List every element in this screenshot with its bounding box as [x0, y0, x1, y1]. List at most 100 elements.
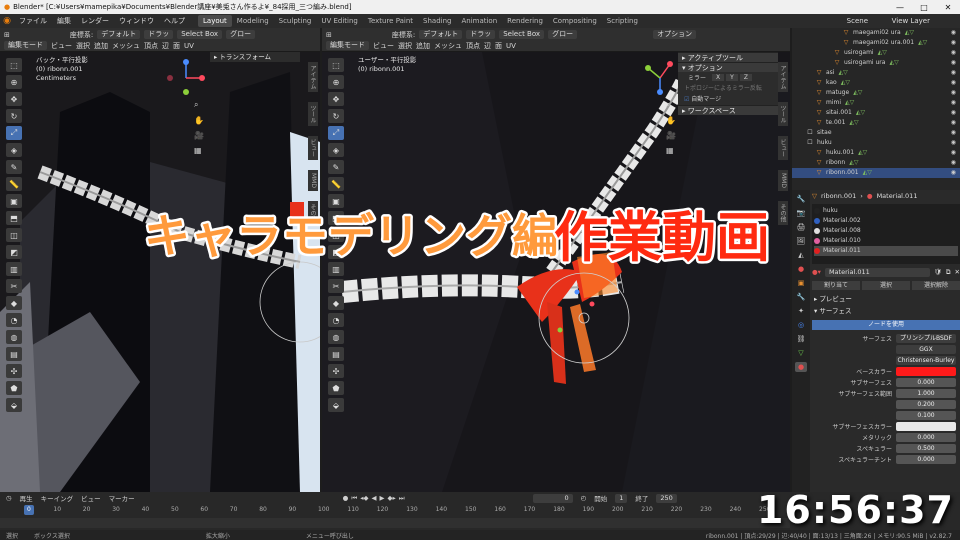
- knife-tool-icon[interactable]: ✂: [328, 279, 344, 293]
- move-tool-icon[interactable]: ✥: [6, 92, 22, 106]
- start-frame-field[interactable]: 1: [615, 493, 628, 503]
- visibility-eye-icon[interactable]: ◉: [951, 108, 956, 118]
- extrude-tool-icon[interactable]: ⬒: [6, 211, 22, 225]
- value-slider[interactable]: 0.000: [896, 433, 956, 442]
- material-slot-list[interactable]: huku Material.002 Material.008 Material.010…: [812, 204, 960, 264]
- tool-props-icon[interactable]: 🔧: [795, 194, 807, 204]
- menu-vertex[interactable]: 頂点: [466, 41, 480, 51]
- tab-rendering[interactable]: Rendering: [502, 15, 548, 27]
- menu-view[interactable]: ビュー: [51, 41, 72, 51]
- tab-texture-paint[interactable]: Texture Paint: [363, 15, 418, 27]
- material-slot[interactable]: Material.010: [814, 236, 958, 246]
- transform-orientation-dropdown[interactable]: デフォルト: [97, 30, 141, 39]
- tab-shading[interactable]: Shading: [418, 15, 456, 27]
- zoom-icon[interactable]: ⌕: [666, 100, 676, 110]
- knife-tool-icon[interactable]: ✂: [6, 279, 22, 293]
- menu-edge[interactable]: 辺: [162, 41, 169, 51]
- use-nodes-button[interactable]: ノードを使用: [812, 320, 960, 330]
- shear-tool-icon[interactable]: ⬟: [6, 381, 22, 395]
- options-panel-header[interactable]: ▾ オプション: [678, 62, 778, 72]
- menu-add[interactable]: 追加: [416, 41, 430, 51]
- pivot-dropdown[interactable]: グロー: [226, 30, 256, 39]
- view-layer-selector[interactable]: View Layer: [892, 17, 930, 25]
- select-tool-icon[interactable]: ⬚: [6, 58, 22, 72]
- value-slider[interactable]: 0.200: [896, 400, 956, 409]
- blender-menu-icon[interactable]: ◉: [0, 14, 14, 28]
- clock-icon[interactable]: ◴: [581, 494, 587, 502]
- view-layer-props-icon[interactable]: 🖼: [795, 236, 807, 246]
- visibility-eye-icon[interactable]: ◉: [951, 28, 956, 38]
- menu-edit[interactable]: 編集: [52, 16, 76, 26]
- annotate-tool-icon[interactable]: ✎: [6, 160, 22, 174]
- outliner-row[interactable]: ▽ maegami02 ura.001 ◭▽ ◉: [792, 38, 960, 48]
- visibility-eye-icon[interactable]: ◉: [951, 98, 956, 108]
- transform-orientation-dropdown[interactable]: デフォルト: [419, 30, 463, 39]
- menu-window[interactable]: ウィンドウ: [114, 16, 159, 26]
- editor-type-icon[interactable]: ⊞: [326, 31, 332, 39]
- cursor-tool-icon[interactable]: ⊕: [6, 75, 22, 89]
- visibility-eye-icon[interactable]: ◉: [951, 58, 956, 68]
- outliner-row[interactable]: ▽ asi ◭▽ ◉: [792, 68, 960, 78]
- visibility-eye-icon[interactable]: ◉: [951, 68, 956, 78]
- menu-select[interactable]: 選択: [76, 41, 90, 51]
- preview-panel-header[interactable]: ▸ プレビュー: [812, 293, 960, 305]
- select-tool-icon[interactable]: ⬚: [328, 58, 344, 72]
- topology-mirror-checkbox[interactable]: トポロジーによるミラー反転: [678, 83, 778, 94]
- select-button[interactable]: 選択: [862, 281, 910, 290]
- value-slider[interactable]: 0.100: [896, 411, 956, 420]
- rip-tool-icon[interactable]: ⬙: [328, 398, 344, 412]
- outliner-row[interactable]: ▽ ribonn.001 ◭▽ ◉: [792, 168, 960, 178]
- menu-view[interactable]: ビュー: [373, 41, 394, 51]
- menu-mesh[interactable]: メッシュ: [434, 41, 462, 51]
- measure-tool-icon[interactable]: 📏: [6, 177, 22, 191]
- measure-tool-icon[interactable]: 📏: [328, 177, 344, 191]
- deselect-button[interactable]: 選択解除: [912, 281, 960, 290]
- record-icon[interactable]: ●: [343, 494, 349, 503]
- menu-face[interactable]: 面: [173, 41, 180, 51]
- material-props-icon[interactable]: ●: [795, 362, 807, 372]
- output-props-icon[interactable]: 🖨: [795, 222, 807, 232]
- rotate-tool-icon[interactable]: ↻: [328, 109, 344, 123]
- tab-modeling[interactable]: Modeling: [232, 15, 274, 27]
- fake-user-icon[interactable]: 🛡: [934, 268, 942, 276]
- navigation-gizmo[interactable]: [640, 58, 680, 98]
- scene-props-icon[interactable]: ◭: [795, 250, 807, 260]
- menu-mesh[interactable]: メッシュ: [112, 41, 140, 51]
- scene-selector[interactable]: Scene: [847, 17, 868, 25]
- play-reverse-icon[interactable]: ◀: [371, 494, 376, 503]
- move-tool-icon[interactable]: ✥: [328, 92, 344, 106]
- maximize-button[interactable]: □: [912, 0, 936, 14]
- spin-tool-icon[interactable]: ◔: [6, 313, 22, 327]
- menu-uv[interactable]: UV: [506, 42, 516, 50]
- sidebar-tab-item[interactable]: アイテム: [308, 62, 318, 92]
- outliner-row[interactable]: ☐ sitae ◉: [792, 128, 960, 138]
- sidebar-tab-view[interactable]: ビュー: [778, 136, 788, 160]
- bevel-tool-icon[interactable]: ◩: [6, 245, 22, 259]
- outliner-row[interactable]: ▽ matuge ◭▽ ◉: [792, 88, 960, 98]
- value-slider[interactable]: 0.500: [896, 444, 956, 453]
- visibility-eye-icon[interactable]: ◉: [951, 148, 956, 158]
- pan-hand-icon[interactable]: ✋: [666, 116, 676, 125]
- workspace-panel-header[interactable]: ▸ ワークスペース: [678, 105, 778, 115]
- minimize-button[interactable]: —: [888, 0, 912, 14]
- visibility-eye-icon[interactable]: ◉: [951, 138, 956, 148]
- outliner-row[interactable]: ▽ huku.001 ◭▽ ◉: [792, 148, 960, 158]
- world-props-icon[interactable]: ●: [795, 264, 807, 274]
- edge-slide-tool-icon[interactable]: ▤: [328, 347, 344, 361]
- zoom-icon[interactable]: ⌕: [194, 100, 204, 110]
- scale-tool-icon[interactable]: ⤢: [6, 126, 22, 140]
- duplicate-material-icon[interactable]: ⧉: [946, 268, 951, 277]
- mirror-y-toggle[interactable]: Y: [726, 74, 738, 81]
- outliner-row[interactable]: ▽ usirogami ◭▽ ◉: [792, 48, 960, 58]
- outliner-row[interactable]: ▽ mimi ◭▽ ◉: [792, 98, 960, 108]
- subsurface-method-dropdown[interactable]: Christensen-Burley: [896, 356, 956, 365]
- outliner-row[interactable]: ☐ huku ◉: [792, 138, 960, 148]
- edge-slide-tool-icon[interactable]: ▤: [6, 347, 22, 361]
- menu-help[interactable]: ヘルプ: [159, 16, 190, 26]
- material-slot[interactable]: Material.008: [814, 226, 958, 236]
- loop-cut-tool-icon[interactable]: ▥: [6, 262, 22, 276]
- inset-tool-icon[interactable]: ◫: [6, 228, 22, 242]
- camera-icon[interactable]: 🎥: [194, 131, 204, 140]
- visibility-eye-icon[interactable]: ◉: [951, 48, 956, 58]
- visibility-eye-icon[interactable]: ◉: [951, 118, 956, 128]
